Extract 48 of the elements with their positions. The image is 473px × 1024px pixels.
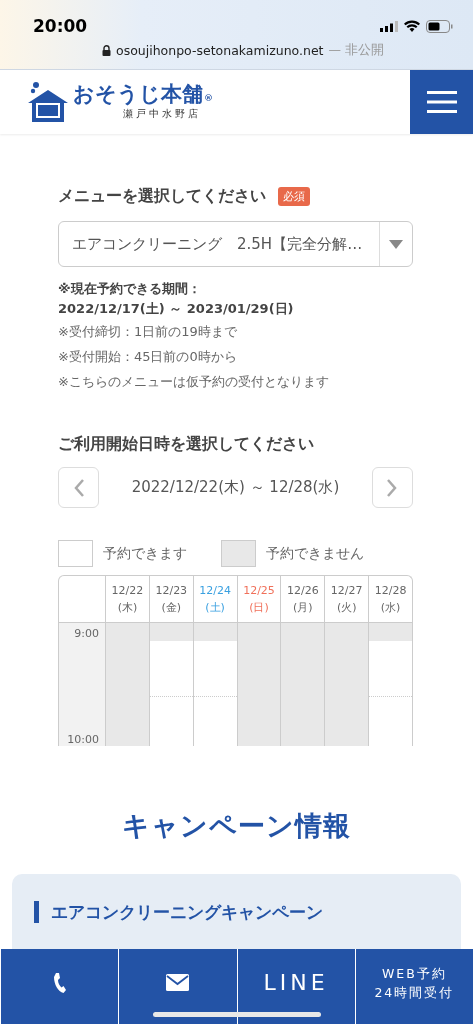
day-date: 12/27 — [330, 583, 363, 599]
signal-icon — [380, 20, 398, 32]
menu-button[interactable] — [410, 70, 473, 134]
lock-icon — [102, 45, 111, 56]
menu-label: メニューを選択してください — [58, 186, 266, 207]
week-range: 2022/12/22(木) ～ 12/28(水) — [131, 478, 340, 497]
note-text: ※受付締切：1日前の19時まで — [58, 323, 238, 341]
chevron-left-icon — [73, 478, 84, 497]
menu-icon — [426, 91, 457, 113]
battery-icon — [426, 19, 453, 33]
url-note: — 非公開 — [328, 42, 384, 59]
note-text: ※受付開始：45日前の0時から — [58, 348, 238, 366]
day-weekday: (火) — [336, 600, 357, 616]
wifi-icon — [404, 20, 420, 32]
day-date: 12/24 — [199, 583, 231, 599]
required-badge: 必須 — [278, 187, 310, 206]
day-weekday: (木) — [117, 600, 138, 616]
mail-icon — [166, 974, 190, 991]
campaign-heading: エアコンクリーニングキャンペーン — [34, 901, 441, 923]
day-date: 12/28 — [374, 583, 407, 599]
house-logo-icon — [27, 81, 69, 123]
legend-label: 予約できます — [103, 544, 187, 563]
brand-name: おそうじ本舗 — [73, 82, 203, 107]
clock-time: 20:00 — [33, 16, 88, 36]
url-text[interactable]: osoujihonpo-setonakamizuno.net — [116, 43, 324, 58]
store-name: 瀬戸中水野店 — [123, 108, 201, 122]
day-date: 12/25 — [243, 583, 275, 599]
phone-icon — [52, 971, 67, 994]
day-date: 12/23 — [155, 583, 188, 599]
period-dates: 2022/12/17(土) ～ 2023/01/29(日) — [58, 300, 295, 318]
campaign-title: キャンペーン情報 — [121, 809, 352, 843]
date-time-label: ご利用開始日時を選択してください — [58, 434, 315, 455]
day-weekday: (月) — [293, 600, 313, 616]
day-weekday: (日) — [249, 600, 269, 616]
note-text: ※こちらのメニューは仮予約の受付となります — [58, 373, 330, 391]
period-label: ※現在予約できる期間： — [58, 280, 202, 298]
registered-mark: ® — [204, 94, 213, 105]
dropdown-arrow-icon — [389, 239, 403, 249]
chevron-right-icon — [387, 478, 398, 497]
day-date: 12/22 — [111, 583, 144, 599]
legend-label: 予約できません — [266, 544, 364, 563]
day-weekday: (水) — [380, 600, 401, 616]
day-weekday: (土) — [205, 600, 225, 616]
time-label: 9:00 — [74, 627, 99, 640]
time-label: 10:00 — [67, 733, 99, 746]
day-weekday: (金) — [161, 600, 182, 616]
menu-select[interactable]: エアコンクリーニング 2.5H【完全分解… — [58, 221, 413, 267]
day-date: 12/26 — [287, 583, 319, 599]
